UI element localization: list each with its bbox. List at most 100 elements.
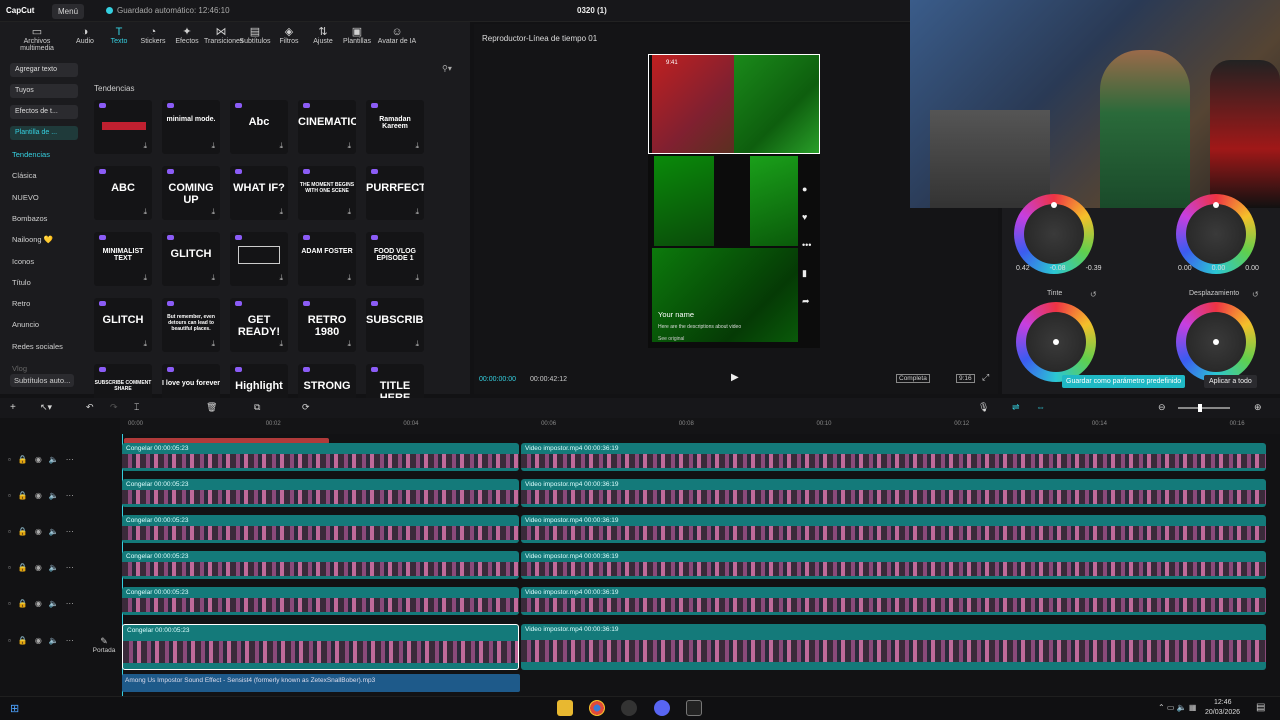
- full-quality-button[interactable]: Completa: [896, 374, 930, 383]
- download-icon[interactable]: ⤓: [279, 273, 283, 283]
- text-template-tile[interactable]: CINEMATIC ⤓: [298, 100, 356, 154]
- volume-icon[interactable]: 🔈: [49, 527, 59, 536]
- download-icon[interactable]: ⤓: [143, 273, 147, 283]
- nav-button[interactable]: Agregar texto: [10, 63, 78, 77]
- text-template-tile[interactable]: GET READY! ⤓: [230, 298, 288, 352]
- volume-icon[interactable]: 🔈: [49, 563, 59, 572]
- lock-icon[interactable]: 🔒: [18, 636, 28, 645]
- capcut-taskbar-icon[interactable]: [686, 700, 702, 716]
- lock-icon[interactable]: 🔒: [18, 527, 28, 536]
- video-preview[interactable]: 9:41 Your name Here are the descriptions…: [648, 54, 820, 348]
- download-icon[interactable]: ⤓: [279, 339, 283, 349]
- text-template-tile[interactable]: ADAM FOSTER ⤓: [298, 232, 356, 286]
- zoom-slider[interactable]: [1178, 404, 1230, 412]
- windows-start-icon[interactable]: ⊞: [10, 702, 19, 715]
- eye-icon[interactable]: ◉: [35, 636, 42, 645]
- apply-all-button[interactable]: Aplicar a todo: [1204, 375, 1257, 388]
- video-clip[interactable]: Video impostor.mp4 00:00:36:19: [521, 551, 1266, 579]
- crop-icon[interactable]: ⧉: [254, 402, 260, 413]
- text-template-tile[interactable]: MINIMALIST TEXT ⤓: [94, 232, 152, 286]
- text-template-tile[interactable]: WHAT IF? ⤓: [230, 166, 288, 220]
- menu-button[interactable]: Menú: [52, 4, 85, 19]
- lock-icon[interactable]: 🔒: [18, 563, 28, 572]
- tab-audio[interactable]: ◑ Audio: [68, 22, 102, 52]
- tab-archivos-multimedia[interactable]: ▭ Archivos multimedia: [6, 22, 68, 52]
- track-checkbox-icon[interactable]: ▫: [8, 563, 11, 572]
- value-r[interactable]: 0.42: [1016, 265, 1030, 272]
- eye-icon[interactable]: ◉: [35, 563, 42, 572]
- text-template-tile[interactable]: FOOD VLOG EPISODE 1 ⤓: [366, 232, 424, 286]
- value-b[interactable]: 0.00: [1245, 265, 1259, 272]
- download-icon[interactable]: ⤓: [143, 207, 147, 217]
- text-template-tile[interactable]: ⤓: [94, 100, 152, 154]
- audio-clip[interactable]: Among Us Impostor Sound Effect - Sensist…: [122, 674, 520, 692]
- download-icon[interactable]: ⤓: [211, 273, 215, 283]
- color-wheel-2[interactable]: [1176, 194, 1256, 274]
- nav-item[interactable]: Redes sociales: [12, 342, 63, 351]
- chrome-icon[interactable]: [589, 700, 605, 716]
- download-icon[interactable]: ⤓: [211, 339, 215, 349]
- download-icon[interactable]: ⤓: [279, 207, 283, 217]
- video-clip[interactable]: Video impostor.mp4 00:00:36:19: [521, 624, 1266, 670]
- eye-icon[interactable]: ◉: [35, 527, 42, 536]
- text-template-tile[interactable]: PURRFECT ⤓: [366, 166, 424, 220]
- nav-item[interactable]: Tendencias: [12, 150, 50, 159]
- track-checkbox-icon[interactable]: ▫: [8, 599, 11, 608]
- value-g[interactable]: 0.00: [1212, 265, 1226, 272]
- tab-plantillas[interactable]: ▣ Plantillas: [340, 22, 374, 52]
- download-icon[interactable]: ⤓: [347, 141, 351, 151]
- lock-icon[interactable]: 🔒: [18, 599, 28, 608]
- play-button[interactable]: ▶: [731, 372, 739, 383]
- ratio-button[interactable]: 9:16: [956, 374, 975, 383]
- more-icon[interactable]: ⋯: [66, 599, 74, 608]
- redo-icon[interactable]: ↷: [110, 402, 118, 413]
- color-wheel-1[interactable]: [1014, 194, 1094, 274]
- download-icon[interactable]: ⤓: [347, 339, 351, 349]
- undo-icon[interactable]: ↶: [86, 402, 94, 413]
- tab-ajuste[interactable]: ⇅ Ajuste: [306, 22, 340, 52]
- tab-filtros[interactable]: ◈ Filtros: [272, 22, 306, 52]
- microphone-icon[interactable]: 🎙: [978, 402, 989, 413]
- cover-button[interactable]: ✎ Portada: [92, 636, 116, 654]
- nav-button[interactable]: Efectos de t...: [10, 105, 78, 119]
- text-template-tile[interactable]: SUBSCRIBE ⤓: [366, 298, 424, 352]
- eye-icon[interactable]: ◉: [35, 455, 42, 464]
- nav-button[interactable]: Tuyos: [10, 84, 78, 98]
- freeze-clip[interactable]: Congelar 00:00:05:23: [122, 443, 519, 471]
- tab-transiciones[interactable]: ⋈ Transiciones: [204, 22, 243, 52]
- download-icon[interactable]: ⤓: [415, 141, 419, 151]
- rotate-icon[interactable]: ⟳: [302, 402, 310, 413]
- value-b[interactable]: -0.39: [1086, 265, 1102, 272]
- text-template-tile[interactable]: ⤓: [230, 232, 288, 286]
- filter-icon[interactable]: ⚲▾: [442, 64, 452, 73]
- more-icon[interactable]: ⋯: [66, 491, 74, 500]
- freeze-clip[interactable]: Congelar 00:00:05:23: [122, 624, 519, 670]
- eye-icon[interactable]: ◉: [35, 491, 42, 500]
- download-icon[interactable]: ⤓: [347, 207, 351, 217]
- download-icon[interactable]: ⤓: [279, 141, 283, 151]
- text-template-tile[interactable]: THE MOMENT BEGINS WITH ONE SCENE ⤓: [298, 166, 356, 220]
- file-explorer-icon[interactable]: [557, 700, 573, 716]
- volume-icon[interactable]: 🔈: [49, 455, 59, 464]
- fullscreen-icon[interactable]: ⤢: [982, 372, 989, 383]
- nav-item[interactable]: Retro: [12, 299, 30, 308]
- track-checkbox-icon[interactable]: ▫: [8, 455, 11, 464]
- volume-icon[interactable]: 🔈: [49, 636, 59, 645]
- download-icon[interactable]: ⤓: [347, 273, 351, 283]
- nav-item[interactable]: Iconos: [12, 257, 34, 266]
- notification-icon[interactable]: ▤: [1256, 702, 1265, 713]
- link-icon[interactable]: ⇔: [1036, 402, 1045, 412]
- more-icon[interactable]: ⋯: [66, 527, 74, 536]
- more-icon[interactable]: ⋯: [66, 636, 74, 645]
- reset-icon[interactable]: ↺: [1090, 290, 1097, 299]
- value-g[interactable]: -0.08: [1050, 265, 1066, 272]
- download-icon[interactable]: ⤓: [415, 207, 419, 217]
- text-template-tile[interactable]: Abc ⤓: [230, 100, 288, 154]
- volume-icon[interactable]: 🔈: [49, 491, 59, 500]
- reset-icon[interactable]: ↺: [1252, 290, 1259, 299]
- nav-item[interactable]: Anuncio: [12, 320, 39, 329]
- track-checkbox-icon[interactable]: ▫: [8, 527, 11, 536]
- nav-item[interactable]: Subtítulos auto...: [10, 374, 75, 387]
- tab-stickers[interactable]: ◔ Stickers: [136, 22, 170, 52]
- lock-icon[interactable]: 🔒: [18, 455, 28, 464]
